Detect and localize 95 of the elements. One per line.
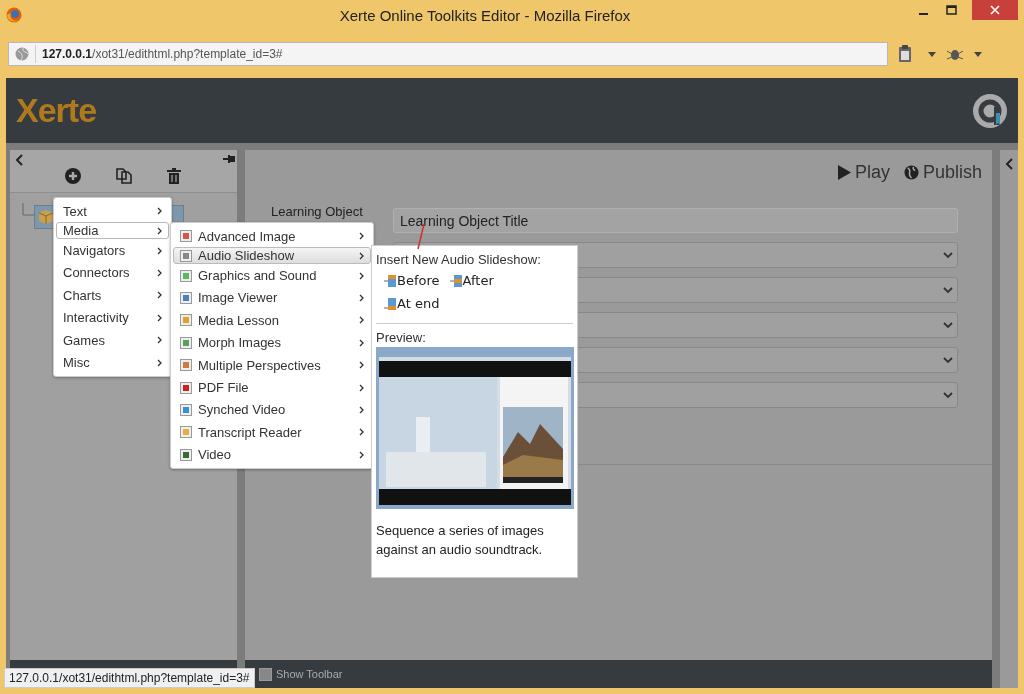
insert-button[interactable]: Before (384, 273, 440, 288)
dropdown-caret-icon[interactable] (974, 51, 982, 57)
menu-item[interactable]: Interactivity (56, 306, 169, 329)
close-icon (990, 5, 1000, 15)
chevron-icon (157, 358, 162, 367)
preview-description: Sequence a series of images against an audio soundtrack. (376, 522, 545, 559)
status-url: 127.0.0.1/xot31/edithtml.php?template_id=3# (4, 668, 255, 688)
chevron-icon (359, 450, 364, 459)
caret-icon (943, 286, 953, 294)
insert-button[interactable]: After (449, 273, 494, 288)
chevron-icon (359, 428, 364, 437)
chevron-icon (157, 336, 162, 345)
show-toolbar-checkbox[interactable] (259, 667, 272, 681)
insert-page-icon (384, 273, 396, 288)
menu-item[interactable]: Navigators (56, 239, 169, 262)
globe-icon (903, 165, 919, 180)
dropdown-caret-icon[interactable] (928, 51, 936, 57)
xerte-logo: Xerte (16, 91, 97, 130)
menu-item[interactable]: Connectors (56, 261, 169, 285)
chevron-icon (359, 405, 364, 414)
delete-icon[interactable] (167, 168, 181, 184)
menu-item[interactable]: Graphics and Sound (173, 264, 371, 287)
chevron-icon (359, 293, 364, 302)
caret-icon (943, 321, 953, 329)
menu-item[interactable]: Media (56, 222, 169, 240)
globe-icon (15, 47, 29, 61)
preview-label: Preview: (376, 330, 427, 345)
page-type-icon (180, 230, 192, 243)
chevron-icon (157, 313, 162, 322)
menu-item[interactable]: PDF File (173, 376, 371, 399)
menu-item[interactable]: Transcript Reader (173, 421, 371, 444)
close-button[interactable] (972, 0, 1018, 20)
menu-item[interactable]: Media Lesson (173, 309, 371, 332)
chevron-icon (157, 226, 162, 235)
pin-icon[interactable] (223, 154, 235, 164)
page-type-icon (180, 448, 192, 461)
play-icon (837, 165, 851, 180)
insert-button[interactable]: At end (384, 296, 440, 311)
menu-item[interactable]: Image Viewer (173, 286, 371, 310)
play-button[interactable]: Play (837, 162, 890, 183)
menu-item[interactable]: Audio Slideshow (173, 247, 371, 265)
menu-item[interactable]: Misc (56, 351, 169, 374)
title-field[interactable]: Learning Object Title (393, 208, 958, 233)
collapse-icon[interactable] (15, 154, 23, 166)
address-bar[interactable]: 127.0.0.1/xot31/edithtml.php?template_id=3# (8, 42, 888, 66)
page-type-icon (180, 291, 192, 304)
page-type-icon (180, 381, 192, 394)
chevron-icon (359, 361, 364, 370)
minimize-icon (919, 12, 929, 15)
page-type-icon (180, 336, 192, 349)
chevron-icon (157, 268, 162, 277)
chevron-icon (359, 251, 364, 260)
chevron-icon (359, 271, 364, 280)
menu-item[interactable]: Charts (56, 284, 169, 307)
menu-item[interactable]: Video (173, 443, 371, 466)
chevron-icon (157, 207, 162, 216)
insert-page-icon (384, 296, 396, 311)
insert-page-icon (449, 273, 462, 288)
page-type-icon (180, 426, 192, 439)
maximize-icon (946, 5, 958, 15)
chevron-icon (359, 232, 364, 241)
firefox-icon (6, 7, 22, 23)
page-type-icon (180, 359, 192, 372)
package-icon (38, 209, 54, 225)
publish-button[interactable]: Publish (903, 162, 982, 183)
popover-heading: Insert New Audio Slideshow: (376, 252, 542, 267)
chevron-icon (359, 316, 364, 325)
menu-item[interactable]: Games (56, 328, 169, 352)
copy-icon[interactable] (115, 166, 133, 184)
menu-item[interactable]: Synched Video (173, 398, 371, 422)
show-toolbar-label: Show Toolbar (276, 668, 343, 680)
page-type-icon (180, 314, 192, 327)
caret-icon (943, 356, 953, 364)
caret-icon (943, 251, 953, 259)
page-type-icon (180, 249, 192, 262)
caret-icon (943, 391, 953, 399)
window-title: Xerte Online Toolkits Editor - Mozilla Firefox (339, 6, 631, 24)
page-type-icon (180, 403, 192, 416)
page-type-icon (180, 269, 192, 282)
clipboard-icon[interactable] (898, 45, 912, 63)
bug-icon[interactable] (946, 47, 964, 61)
chevron-icon (157, 246, 162, 255)
chevron-icon (359, 338, 364, 347)
menu-item[interactable]: Morph Images (173, 331, 371, 354)
menu-item[interactable]: Multiple Perspectives (173, 353, 371, 377)
add-icon[interactable] (65, 168, 81, 184)
menu-item[interactable]: Text (56, 200, 169, 223)
collapse-icon[interactable] (1005, 158, 1013, 170)
app-logo-icon (972, 92, 1008, 129)
url-text: 127.0.0.1/xot31/edithtml.php?template_id=3# (42, 47, 283, 61)
field-label: Learning Object (271, 204, 364, 219)
chevron-icon (359, 383, 364, 392)
tree-line (22, 203, 34, 217)
chevron-icon (157, 291, 162, 300)
menu-item[interactable]: Advanced Image (173, 225, 371, 248)
